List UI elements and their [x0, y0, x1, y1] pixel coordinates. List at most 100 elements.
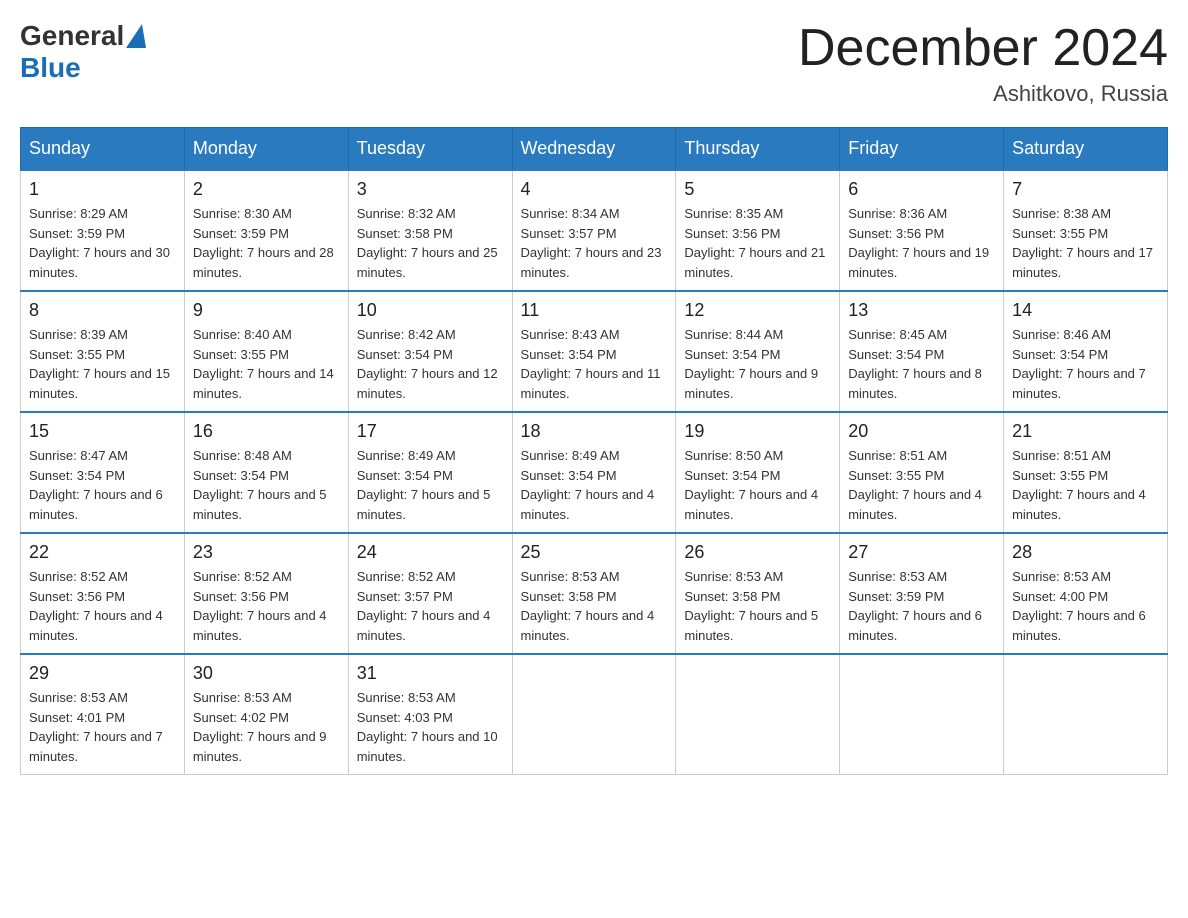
col-header-thursday: Thursday	[676, 128, 840, 171]
day-number: 21	[1012, 421, 1159, 442]
day-number: 14	[1012, 300, 1159, 321]
day-info: Sunrise: 8:50 AMSunset: 3:54 PMDaylight:…	[684, 446, 831, 524]
day-cell: 23 Sunrise: 8:52 AMSunset: 3:56 PMDayligh…	[184, 533, 348, 654]
col-header-wednesday: Wednesday	[512, 128, 676, 171]
col-header-friday: Friday	[840, 128, 1004, 171]
day-info: Sunrise: 8:53 AMSunset: 4:01 PMDaylight:…	[29, 688, 176, 766]
day-cell: 30 Sunrise: 8:53 AMSunset: 4:02 PMDayligh…	[184, 654, 348, 775]
day-number: 17	[357, 421, 504, 442]
week-row-1: 1Sunrise: 8:29 AMSunset: 3:59 PMDaylight…	[21, 170, 1168, 291]
day-cell: 14 Sunrise: 8:46 AMSunset: 3:54 PMDayligh…	[1004, 291, 1168, 412]
calendar-header-row: SundayMondayTuesdayWednesdayThursdayFrid…	[21, 128, 1168, 171]
day-cell: 12Sunrise: 8:44 AMSunset: 3:54 PMDayligh…	[676, 291, 840, 412]
day-info: Sunrise: 8:52 AMSunset: 3:56 PMDaylight:…	[29, 567, 176, 645]
day-cell: 28 Sunrise: 8:53 AMSunset: 4:00 PMDayligh…	[1004, 533, 1168, 654]
day-cell: 29 Sunrise: 8:53 AMSunset: 4:01 PMDayligh…	[21, 654, 185, 775]
logo-triangle-icon	[126, 24, 146, 48]
day-info: Sunrise: 8:36 AMSunset: 3:56 PMDaylight:…	[848, 204, 995, 282]
day-number: 13	[848, 300, 995, 321]
day-info: Sunrise: 8:30 AMSunset: 3:59 PMDaylight:…	[193, 204, 340, 282]
day-cell: 3 Sunrise: 8:32 AMSunset: 3:58 PMDaylight…	[348, 170, 512, 291]
day-number: 29	[29, 663, 176, 684]
col-header-saturday: Saturday	[1004, 128, 1168, 171]
day-cell: 20 Sunrise: 8:51 AMSunset: 3:55 PMDayligh…	[840, 412, 1004, 533]
day-info: Sunrise: 8:53 AMSunset: 4:00 PMDaylight:…	[1012, 567, 1159, 645]
logo-general-text: General	[20, 20, 124, 52]
col-header-sunday: Sunday	[21, 128, 185, 171]
week-row-4: 22Sunrise: 8:52 AMSunset: 3:56 PMDayligh…	[21, 533, 1168, 654]
day-cell: 16 Sunrise: 8:48 AMSunset: 3:54 PMDayligh…	[184, 412, 348, 533]
day-info: Sunrise: 8:40 AMSunset: 3:55 PMDaylight:…	[193, 325, 340, 403]
day-cell: 9Sunrise: 8:40 AMSunset: 3:55 PMDaylight…	[184, 291, 348, 412]
day-number: 10	[357, 300, 504, 321]
day-number: 4	[521, 179, 668, 200]
day-cell: 6 Sunrise: 8:36 AMSunset: 3:56 PMDaylight…	[840, 170, 1004, 291]
day-number: 20	[848, 421, 995, 442]
day-number: 15	[29, 421, 176, 442]
day-cell: 7Sunrise: 8:38 AMSunset: 3:55 PMDaylight…	[1004, 170, 1168, 291]
week-row-2: 8 Sunrise: 8:39 AMSunset: 3:55 PMDaylight…	[21, 291, 1168, 412]
day-number: 30	[193, 663, 340, 684]
day-number: 23	[193, 542, 340, 563]
day-cell: 25 Sunrise: 8:53 AMSunset: 3:58 PMDayligh…	[512, 533, 676, 654]
day-cell: 15 Sunrise: 8:47 AMSunset: 3:54 PMDayligh…	[21, 412, 185, 533]
day-cell: 26Sunrise: 8:53 AMSunset: 3:58 PMDayligh…	[676, 533, 840, 654]
day-cell: 17 Sunrise: 8:49 AMSunset: 3:54 PMDayligh…	[348, 412, 512, 533]
day-info: Sunrise: 8:52 AMSunset: 3:56 PMDaylight:…	[193, 567, 340, 645]
day-cell: 13Sunrise: 8:45 AMSunset: 3:54 PMDayligh…	[840, 291, 1004, 412]
day-info: Sunrise: 8:51 AMSunset: 3:55 PMDaylight:…	[1012, 446, 1159, 524]
day-number: 5	[684, 179, 831, 200]
day-cell: 22Sunrise: 8:52 AMSunset: 3:56 PMDayligh…	[21, 533, 185, 654]
week-row-3: 15 Sunrise: 8:47 AMSunset: 3:54 PMDayligh…	[21, 412, 1168, 533]
day-info: Sunrise: 8:46 AMSunset: 3:54 PMDaylight:…	[1012, 325, 1159, 403]
day-number: 3	[357, 179, 504, 200]
day-number: 31	[357, 663, 504, 684]
day-cell: 8 Sunrise: 8:39 AMSunset: 3:55 PMDaylight…	[21, 291, 185, 412]
day-info: Sunrise: 8:53 AMSunset: 4:02 PMDaylight:…	[193, 688, 340, 766]
day-number: 26	[684, 542, 831, 563]
day-number: 28	[1012, 542, 1159, 563]
day-info: Sunrise: 8:52 AMSunset: 3:57 PMDaylight:…	[357, 567, 504, 645]
page-header: General Blue December 2024 Ashitkovo, Ru…	[20, 20, 1168, 107]
day-info: Sunrise: 8:32 AMSunset: 3:58 PMDaylight:…	[357, 204, 504, 282]
day-number: 16	[193, 421, 340, 442]
day-number: 24	[357, 542, 504, 563]
day-cell: 21 Sunrise: 8:51 AMSunset: 3:55 PMDayligh…	[1004, 412, 1168, 533]
day-number: 27	[848, 542, 995, 563]
day-info: Sunrise: 8:53 AMSunset: 3:59 PMDaylight:…	[848, 567, 995, 645]
day-info: Sunrise: 8:39 AMSunset: 3:55 PMDaylight:…	[29, 325, 176, 403]
day-number: 2	[193, 179, 340, 200]
calendar-table: SundayMondayTuesdayWednesdayThursdayFrid…	[20, 127, 1168, 775]
col-header-tuesday: Tuesday	[348, 128, 512, 171]
day-number: 6	[848, 179, 995, 200]
day-cell: 4Sunrise: 8:34 AMSunset: 3:57 PMDaylight…	[512, 170, 676, 291]
day-cell: 5 Sunrise: 8:35 AMSunset: 3:56 PMDaylight…	[676, 170, 840, 291]
day-number: 11	[521, 300, 668, 321]
title-section: December 2024 Ashitkovo, Russia	[798, 20, 1168, 107]
day-cell	[676, 654, 840, 775]
day-cell: 24 Sunrise: 8:52 AMSunset: 3:57 PMDayligh…	[348, 533, 512, 654]
day-info: Sunrise: 8:51 AMSunset: 3:55 PMDaylight:…	[848, 446, 995, 524]
day-number: 8	[29, 300, 176, 321]
day-cell	[1004, 654, 1168, 775]
day-info: Sunrise: 8:42 AMSunset: 3:54 PMDaylight:…	[357, 325, 504, 403]
day-info: Sunrise: 8:43 AMSunset: 3:54 PMDaylight:…	[521, 325, 668, 403]
day-number: 19	[684, 421, 831, 442]
day-cell: 18Sunrise: 8:49 AMSunset: 3:54 PMDayligh…	[512, 412, 676, 533]
day-info: Sunrise: 8:48 AMSunset: 3:54 PMDaylight:…	[193, 446, 340, 524]
location-label: Ashitkovo, Russia	[798, 81, 1168, 107]
day-info: Sunrise: 8:53 AMSunset: 4:03 PMDaylight:…	[357, 688, 504, 766]
day-cell: 27 Sunrise: 8:53 AMSunset: 3:59 PMDayligh…	[840, 533, 1004, 654]
day-number: 1	[29, 179, 176, 200]
day-cell: 31 Sunrise: 8:53 AMSunset: 4:03 PMDayligh…	[348, 654, 512, 775]
day-info: Sunrise: 8:47 AMSunset: 3:54 PMDaylight:…	[29, 446, 176, 524]
day-cell	[840, 654, 1004, 775]
month-title: December 2024	[798, 20, 1168, 77]
day-cell	[512, 654, 676, 775]
day-info: Sunrise: 8:49 AMSunset: 3:54 PMDaylight:…	[357, 446, 504, 524]
day-cell: 11 Sunrise: 8:43 AMSunset: 3:54 PMDayligh…	[512, 291, 676, 412]
day-number: 25	[521, 542, 668, 563]
day-info: Sunrise: 8:53 AMSunset: 3:58 PMDaylight:…	[521, 567, 668, 645]
week-row-5: 29 Sunrise: 8:53 AMSunset: 4:01 PMDayligh…	[21, 654, 1168, 775]
day-info: Sunrise: 8:35 AMSunset: 3:56 PMDaylight:…	[684, 204, 831, 282]
